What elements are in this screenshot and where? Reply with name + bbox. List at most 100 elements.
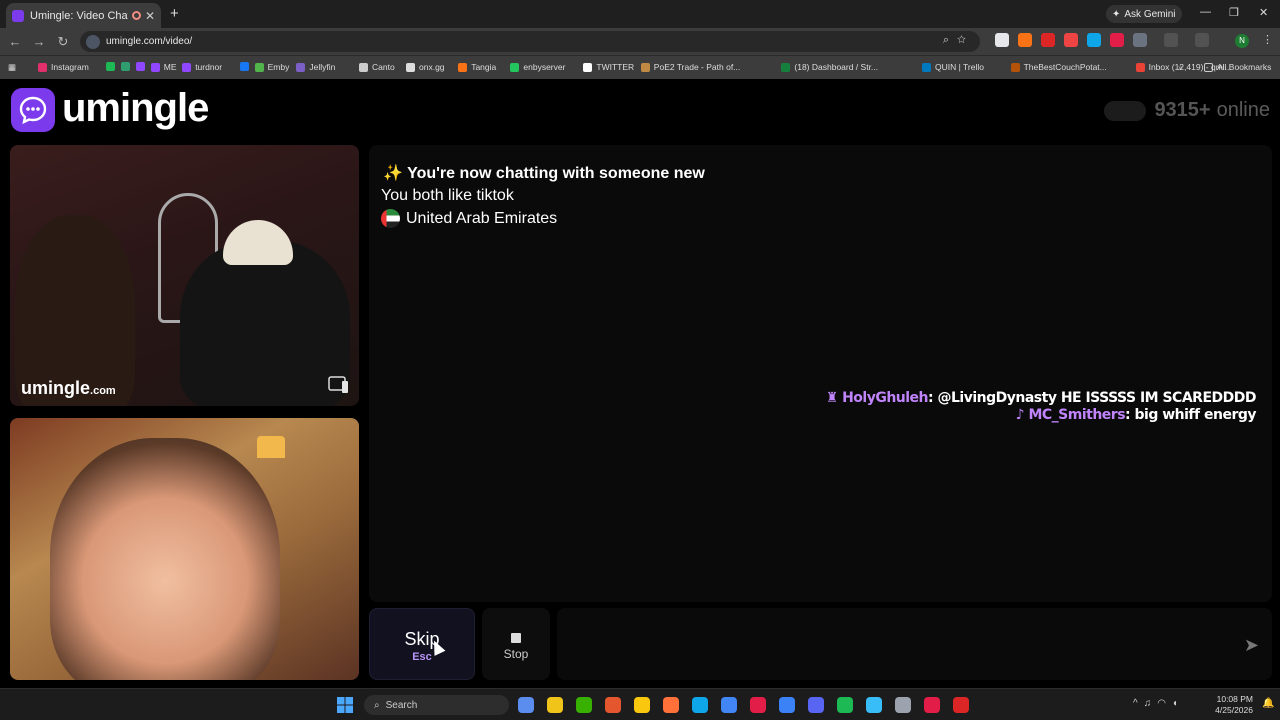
bookmark-item[interactable]: Instagram bbox=[38, 62, 89, 72]
bookmark-item[interactable]: QUIN | Trello bbox=[922, 62, 984, 72]
bookmark-label: ME bbox=[163, 62, 177, 72]
brand-wordmark[interactable]: umingle bbox=[62, 86, 209, 131]
country-label: United Arab Emirates bbox=[406, 209, 558, 227]
extension-icon[interactable] bbox=[1087, 33, 1101, 47]
stop-icon bbox=[511, 633, 521, 643]
taskbar-app-icon[interactable] bbox=[547, 697, 563, 713]
theme-toggle[interactable] bbox=[1104, 100, 1147, 121]
bookmark-item[interactable]: TheBestCouchPotat... bbox=[1010, 62, 1107, 72]
puzzle-icon[interactable] bbox=[1133, 33, 1147, 47]
skip-shortcut: Esc bbox=[412, 651, 432, 663]
taskbar-app-icon[interactable] bbox=[866, 697, 882, 713]
zoom-bookmark-icons[interactable]: ⌕☆ bbox=[943, 34, 974, 47]
taskbar-app-icon[interactable] bbox=[779, 697, 795, 713]
apps-grid-icon[interactable]: ▦ bbox=[8, 62, 16, 73]
umingle-watermark: umingle.com bbox=[21, 378, 116, 399]
watermark-main: umingle bbox=[21, 378, 91, 398]
bookmark-item[interactable] bbox=[239, 62, 253, 71]
extension-icon[interactable] bbox=[1110, 33, 1124, 47]
sidepanel-icon[interactable] bbox=[1164, 33, 1178, 47]
bookmark-label: Instagram bbox=[51, 62, 89, 72]
back-icon[interactable]: ← bbox=[3, 34, 27, 49]
bookmark-item[interactable] bbox=[105, 62, 119, 71]
window-close-icon[interactable]: ✕ bbox=[1259, 6, 1268, 19]
umingle-logo-icon[interactable] bbox=[11, 88, 55, 132]
taskbar-app-icon[interactable] bbox=[808, 697, 824, 713]
taskbar-app-icon[interactable] bbox=[663, 697, 679, 713]
tab-close-icon[interactable]: ✕ bbox=[145, 9, 155, 23]
ask-gemini-button[interactable]: ✦ Ask Gemini bbox=[1106, 5, 1182, 23]
restore-icon[interactable]: ❐ bbox=[1229, 6, 1239, 19]
bookmark-label: onx.gg bbox=[419, 62, 445, 72]
online-indicator: 9315+ online bbox=[1104, 99, 1270, 122]
bookmark-item[interactable]: PoE2 Trade - Path of... bbox=[640, 62, 740, 72]
bookmark-item[interactable]: turdnor bbox=[182, 62, 222, 72]
media-icon[interactable] bbox=[1195, 33, 1209, 47]
bookmark-favicon-icon bbox=[640, 62, 650, 72]
chat-badge-icon: ♪ bbox=[1015, 407, 1025, 423]
taskbar-app-icon[interactable] bbox=[721, 697, 737, 713]
clock-time: 10:08 PM bbox=[1216, 694, 1253, 704]
bookmark-item[interactable]: ME bbox=[150, 62, 177, 72]
taskbar-app-icon[interactable] bbox=[518, 697, 534, 713]
message-input[interactable]: ➤ bbox=[557, 608, 1272, 680]
tab-title: Umingle: Video Chat with S bbox=[30, 9, 128, 22]
bookmark-label: TWITTER bbox=[596, 62, 635, 72]
self-face bbox=[50, 438, 280, 680]
bookmark-favicon-icon bbox=[182, 62, 192, 72]
extension-icon[interactable] bbox=[1064, 33, 1078, 47]
taskbar-app-icon[interactable] bbox=[605, 697, 621, 713]
taskbar-app-icon[interactable] bbox=[895, 697, 911, 713]
notification-bell-icon[interactable]: 🔔 bbox=[1262, 698, 1274, 709]
url-text: umingle.com/video/ bbox=[106, 36, 193, 47]
extension-icon[interactable] bbox=[995, 33, 1009, 47]
taskbar-clock[interactable]: 10:08 PM 4/25/2026 bbox=[1209, 694, 1253, 716]
bookmark-item[interactable]: TWITTER bbox=[583, 62, 634, 72]
forward-icon[interactable]: → bbox=[27, 34, 51, 49]
report-flag-icon[interactable] bbox=[328, 376, 350, 394]
bookmark-item[interactable]: (18) Dashboard / Str... bbox=[781, 62, 878, 72]
bookmark-favicon-icon bbox=[781, 62, 791, 72]
bookmark-label: enbyserver bbox=[523, 62, 566, 72]
bookmark-item[interactable]: Emby bbox=[254, 62, 289, 72]
bookmark-item[interactable]: onx.gg bbox=[406, 62, 445, 72]
gemini-icon: ✦ bbox=[1112, 8, 1121, 20]
kebab-menu-icon[interactable]: ⋮ bbox=[1262, 33, 1273, 46]
windows-start-icon[interactable] bbox=[337, 697, 353, 713]
taskbar-app-icon[interactable] bbox=[750, 697, 766, 713]
windows-taskbar: ⌕ Search ^♫◠◖ 10:08 PM 4/25/2026 🔔 bbox=[0, 688, 1280, 720]
address-bar[interactable]: umingle.com/video/ ⌕☆ bbox=[80, 31, 980, 52]
new-tab-button[interactable]: + bbox=[170, 5, 179, 22]
bookmark-item[interactable] bbox=[120, 62, 134, 71]
taskbar-app-icon[interactable] bbox=[837, 697, 853, 713]
bookmark-item[interactable]: Tangia bbox=[458, 62, 496, 72]
stop-button[interactable]: Stop bbox=[482, 608, 550, 680]
taskbar-search[interactable]: ⌕ Search bbox=[364, 695, 509, 715]
skip-button[interactable]: Skip Esc bbox=[369, 608, 475, 680]
bookmark-item[interactable] bbox=[135, 62, 149, 71]
bookmark-item[interactable]: enbyserver bbox=[510, 62, 565, 72]
bookmark-item[interactable]: Inbox (12,419) - qmi... bbox=[1135, 62, 1232, 72]
taskbar-app-icon[interactable] bbox=[924, 697, 940, 713]
minimize-icon[interactable]: — bbox=[1200, 6, 1211, 18]
reload-icon[interactable]: ↻ bbox=[51, 34, 75, 50]
send-icon[interactable]: ➤ bbox=[1244, 635, 1259, 656]
taskbar-app-icon[interactable] bbox=[692, 697, 708, 713]
taskbar-app-icon[interactable] bbox=[953, 697, 969, 713]
stream-chat-line: ♪ MC_Smithers: big whiff energy bbox=[1015, 407, 1257, 424]
site-info-icon[interactable] bbox=[86, 34, 100, 49]
extension-icon[interactable] bbox=[1018, 33, 1032, 47]
bookmark-item[interactable]: Jellyfin bbox=[296, 62, 335, 72]
system-tray-icons[interactable]: ^♫◠◖ bbox=[1133, 698, 1184, 709]
taskbar-app-icon[interactable] bbox=[634, 697, 650, 713]
system-message-interest: You both like tiktok bbox=[381, 187, 514, 204]
bookmark-label: Jellyfin bbox=[309, 62, 336, 72]
chat-text: : @LivingDynasty HE ISSSSS IM SCAREDDDD bbox=[928, 390, 1256, 406]
bookmark-favicon-icon bbox=[296, 62, 306, 72]
browser-tab[interactable]: Umingle: Video Chat with S ✕ bbox=[6, 3, 161, 28]
taskbar-app-icon[interactable] bbox=[576, 697, 592, 713]
system-message-country: United Arab Emirates bbox=[381, 209, 557, 228]
profile-avatar[interactable]: N bbox=[1235, 34, 1249, 48]
bookmark-item[interactable]: Canto bbox=[359, 62, 395, 72]
extension-icon[interactable] bbox=[1041, 33, 1055, 47]
